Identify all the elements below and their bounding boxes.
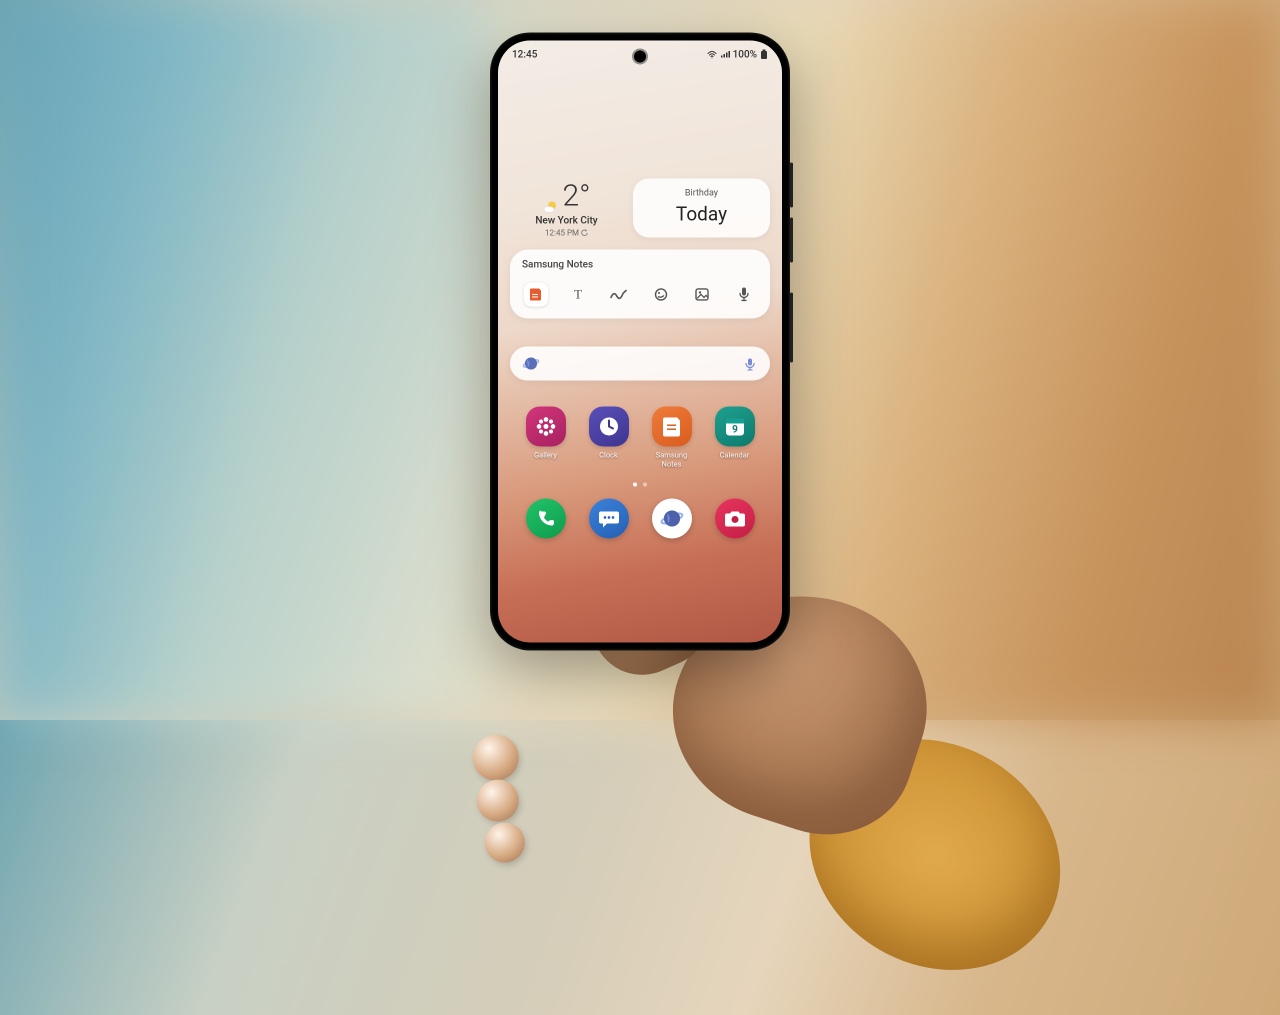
app-gallery[interactable]: Gallery [520,406,572,468]
dock-phone[interactable] [526,498,566,538]
note-text-icon[interactable]: T [566,282,590,306]
weather-temp: 2° [563,178,591,213]
gallery-icon [535,415,557,437]
refresh-icon [581,229,588,236]
notes-icon [662,415,682,437]
weather-location: New York City [510,215,623,226]
dock [510,498,770,538]
app-row: Gallery Clock Samsung Notes [510,406,770,468]
app-label: Calendar [709,450,761,459]
internet-icon [659,505,685,531]
svg-text:9: 9 [732,424,738,435]
wifi-icon [707,50,717,58]
calendar-event-label: Birthday [645,188,758,198]
note-voice-icon[interactable] [732,282,756,306]
note-create-icon[interactable] [524,282,548,306]
messages-icon [598,508,620,528]
svg-text:T: T [574,286,582,301]
clock-icon [597,414,621,438]
signal-icon [720,50,730,58]
search-bar[interactable] [510,346,770,380]
weather-widget[interactable]: 2° New York City 12:45 PM [510,178,623,237]
dock-internet[interactable] [652,498,692,538]
calendar-icon: 9 [722,413,748,439]
dock-messages[interactable] [589,498,629,538]
battery-text: 100% [733,49,757,60]
dock-camera[interactable] [715,498,755,538]
calendar-day-label: Today [645,202,758,225]
calendar-widget[interactable]: Birthday Today [633,178,770,237]
app-label: Samsung Notes [646,450,698,468]
weather-updated: 12:45 PM [545,228,579,237]
app-samsung-notes[interactable]: Samsung Notes [646,406,698,468]
phone-icon [536,508,556,528]
camera-icon [724,509,746,527]
app-calendar[interactable]: 9 Calendar [709,406,761,468]
notes-widget[interactable]: Samsung Notes T [510,249,770,318]
voice-search-icon[interactable] [744,356,758,370]
app-label: Gallery [520,450,572,459]
browser-icon [522,354,540,372]
notes-widget-title: Samsung Notes [522,259,758,270]
battery-icon [760,49,768,59]
app-clock[interactable]: Clock [583,406,635,468]
front-camera-hole [634,50,646,62]
page-indicator[interactable] [510,482,770,486]
note-handwriting-icon[interactable] [607,282,631,306]
note-drawing-icon[interactable] [649,282,673,306]
app-label: Clock [583,450,635,459]
status-time: 12:45 [512,49,537,60]
note-image-icon[interactable] [690,282,714,306]
phone-device: 12:45 100% 2° [490,32,790,650]
phone-screen[interactable]: 12:45 100% 2° [498,40,782,642]
weather-partly-cloudy-icon [543,188,559,204]
